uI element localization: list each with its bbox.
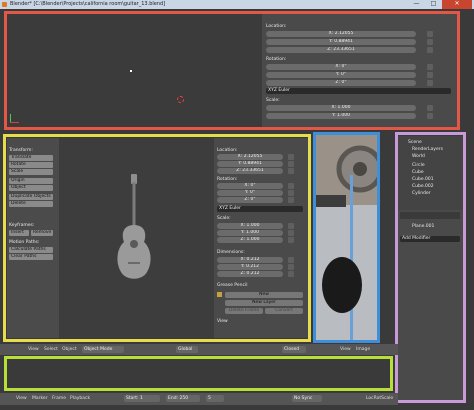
minimize-icon: — bbox=[413, 0, 420, 7]
highlight-frame-red bbox=[4, 11, 460, 130]
highlight-frame-blue bbox=[313, 132, 380, 343]
timeline-footer: View Marker Frame Playback Start: 1 End:… bbox=[0, 393, 398, 405]
image-view-menu[interactable]: View bbox=[340, 347, 351, 352]
sync-select[interactable]: No Sync bbox=[292, 395, 322, 402]
object-menu[interactable]: Object bbox=[62, 347, 77, 352]
highlight-frame-yellow bbox=[3, 134, 311, 342]
layer-select[interactable]: Closed bbox=[282, 346, 306, 353]
maximize-button[interactable]: □ bbox=[425, 0, 442, 9]
close-icon: ✕ bbox=[454, 0, 460, 7]
start-frame-field[interactable]: Start: 1 bbox=[124, 395, 160, 402]
minimize-button[interactable]: — bbox=[408, 0, 425, 9]
frame-menu[interactable]: Frame bbox=[52, 396, 66, 401]
image-menu[interactable]: Image bbox=[356, 347, 370, 352]
current-frame-field[interactable]: 5 bbox=[206, 395, 224, 402]
keying-set-label[interactable]: LocRotScale bbox=[366, 396, 393, 401]
playback-menu[interactable]: Playback bbox=[70, 396, 90, 401]
maximize-icon: □ bbox=[430, 0, 437, 7]
mode-select[interactable]: Object Mode bbox=[82, 346, 124, 353]
orientation-select[interactable]: Global bbox=[176, 346, 198, 353]
highlight-frame-purple bbox=[395, 132, 466, 403]
highlight-frame-green bbox=[4, 356, 393, 391]
end-frame-field[interactable]: End: 250 bbox=[166, 395, 200, 402]
marker-menu[interactable]: Marker bbox=[32, 396, 48, 401]
close-button[interactable]: ✕ bbox=[442, 0, 472, 9]
window-titlebar: Blender* [C:\Blender\Projects\california… bbox=[0, 0, 474, 9]
view3d-header: View Select Object Object Mode Global Cl… bbox=[0, 344, 398, 355]
view-menu[interactable]: View bbox=[16, 396, 27, 401]
window-title: Blender* [C:\Blender\Projects\california… bbox=[10, 1, 166, 7]
blender-app-icon bbox=[2, 2, 7, 7]
select-menu[interactable]: Select bbox=[44, 347, 58, 352]
view-menu[interactable]: View bbox=[28, 347, 39, 352]
